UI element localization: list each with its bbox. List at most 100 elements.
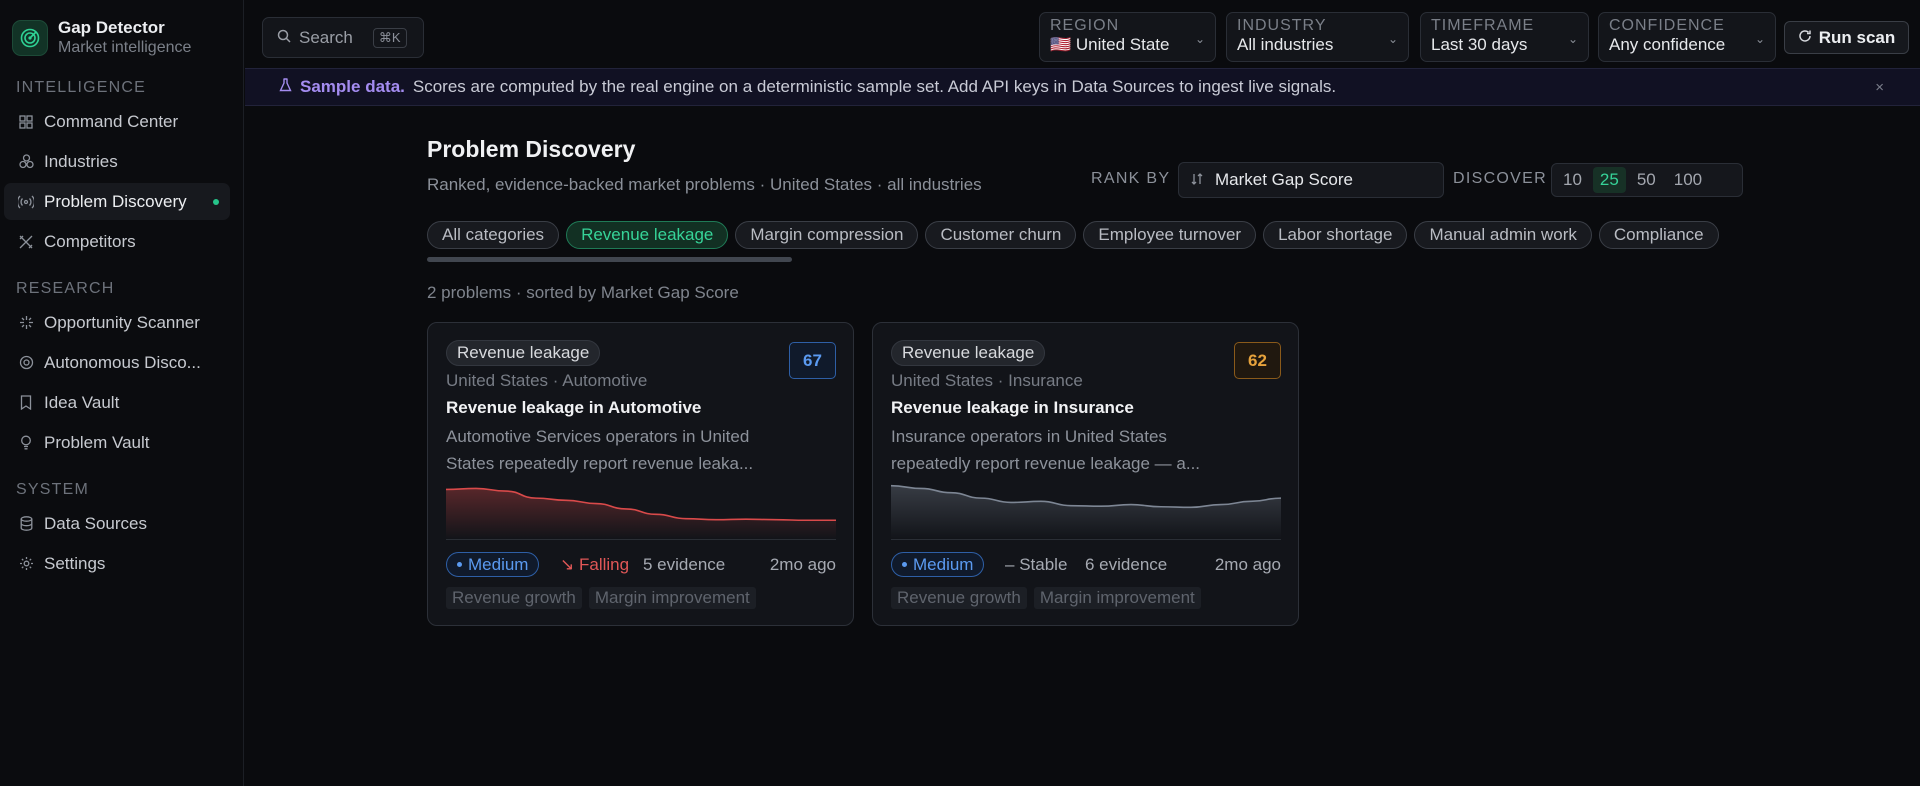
- card-age: 2mo ago: [769, 555, 836, 574]
- chip-manual-admin-work[interactable]: Manual admin work: [1414, 221, 1592, 249]
- trend-sparkline: [891, 484, 1281, 539]
- sidebar-item-settings[interactable]: Settings: [4, 545, 230, 582]
- chip-compliance[interactable]: Compliance: [1598, 221, 1719, 249]
- severity-badge: Medium: [446, 552, 540, 577]
- radar-logo-icon: [12, 19, 48, 56]
- sidebar-item-label: Command Center: [44, 111, 179, 131]
- sidebar-item-competitors[interactable]: Competitors: [4, 223, 230, 260]
- active-dot: [212, 198, 219, 205]
- confidence-select[interactable]: CONFIDENCE Any confidence ⌄: [1598, 12, 1776, 62]
- sparkline-area: [446, 488, 836, 539]
- result-count: 2 problems · sorted by Market Gap Score: [427, 283, 739, 302]
- confidence-label: CONFIDENCE: [1609, 17, 1725, 34]
- app-name: Gap Detector: [58, 18, 165, 37]
- timeframe-value: Last 30 days: [1431, 35, 1528, 54]
- sidebar-item-label: Problem Discovery: [44, 191, 187, 211]
- run-scan-button[interactable]: Run scan: [1784, 21, 1909, 54]
- sidebar-item-idea-vault[interactable]: Idea Vault: [4, 384, 230, 421]
- rank-by-select[interactable]: Market Gap Score: [1178, 162, 1444, 198]
- refresh-icon: [1798, 28, 1812, 48]
- rank-by-value: Market Gap Score: [1215, 170, 1353, 189]
- search-button[interactable]: Search ⌘K: [262, 17, 424, 58]
- grid-icon: [18, 114, 34, 130]
- sidebar-item-data-sources[interactable]: Data Sources: [4, 505, 230, 542]
- region-select[interactable]: REGION 🇺🇸 United State ⌄: [1039, 12, 1216, 62]
- gap-score: 67: [789, 342, 836, 379]
- card-location: United States · Insurance: [891, 371, 1083, 390]
- sort-icon: [1191, 170, 1203, 190]
- discover-option-10[interactable]: 10: [1556, 167, 1589, 193]
- severity-dot: [457, 562, 462, 567]
- outcome-tag: Margin improvement: [1033, 587, 1201, 609]
- discover-option-100[interactable]: 100: [1667, 167, 1709, 193]
- chip-revenue-leakage[interactable]: Revenue leakage: [566, 221, 729, 249]
- close-icon[interactable]: ×: [1875, 79, 1884, 96]
- brand[interactable]: Gap Detector Market intelligence: [12, 18, 191, 57]
- trend-label: – Stable: [1005, 555, 1067, 575]
- evidence-count: 6 evidence: [1085, 555, 1168, 574]
- card-age: 2mo ago: [1214, 555, 1281, 574]
- trend-down-icon: ↘: [560, 555, 575, 574]
- problem-card[interactable]: Revenue leakage 67 United States · Autom…: [427, 322, 854, 626]
- chevron-down-icon: ⌄: [1754, 32, 1765, 46]
- search-label: Search: [299, 27, 353, 47]
- gear-icon: [18, 556, 34, 572]
- sidebar-item-problem-discovery[interactable]: Problem Discovery: [4, 183, 230, 220]
- sparkline-area: [891, 485, 1281, 539]
- problem-card[interactable]: Revenue leakage 62 United States · Insur…: [872, 322, 1299, 626]
- database-icon: [18, 516, 34, 532]
- severity-badge: Medium: [891, 552, 985, 577]
- evidence-count: 5 evidence: [643, 555, 726, 574]
- outcome-tag: Revenue growth: [891, 587, 1027, 609]
- severity-label: Medium: [468, 554, 529, 574]
- chip-all-categories[interactable]: All categories: [427, 221, 560, 249]
- chips-scrollbar[interactable]: [427, 257, 792, 262]
- section-intelligence: INTELLIGENCE: [16, 79, 146, 96]
- region-value: United State: [1075, 35, 1170, 54]
- run-scan-label: Run scan: [1818, 27, 1896, 47]
- sidebar-item-problem-vault[interactable]: Problem Vault: [4, 424, 230, 461]
- chip-customer-churn[interactable]: Customer churn: [925, 221, 1077, 249]
- gap-score: 62: [1234, 342, 1281, 379]
- sidebar-item-autonomous-discovery[interactable]: Autonomous Disco...: [4, 344, 230, 381]
- page-subtitle: Ranked, evidence-backed market problems …: [427, 175, 982, 194]
- sidebar-item-label: Settings: [44, 553, 106, 573]
- cubes-icon: [18, 154, 34, 170]
- chevron-down-icon: ⌄: [1194, 32, 1205, 46]
- outcome-tag: Revenue growth: [446, 587, 582, 609]
- card-divider: [446, 539, 836, 540]
- industry-value: All industries: [1237, 35, 1334, 54]
- chevron-down-icon: ⌄: [1387, 32, 1398, 46]
- trend-text: Falling: [578, 555, 630, 574]
- sidebar-item-command-center[interactable]: Command Center: [4, 103, 230, 140]
- card-description: Automotive Services operators in United …: [446, 427, 754, 473]
- severity-label: Medium: [913, 554, 974, 574]
- bookmark-icon: [18, 395, 34, 411]
- section-system: SYSTEM: [16, 481, 89, 498]
- discover-option-50[interactable]: 50: [1630, 167, 1663, 193]
- confidence-value: Any confidence: [1609, 35, 1726, 54]
- sidebar-item-label: Competitors: [44, 231, 136, 251]
- sample-data-banner: Sample data. Scores are computed by the …: [245, 68, 1920, 106]
- swords-icon: [18, 234, 34, 250]
- sidebar: Gap Detector Market intelligence INTELLI…: [0, 0, 244, 786]
- discover-option-25[interactable]: 25: [1592, 167, 1626, 193]
- chip-employee-turnover[interactable]: Employee turnover: [1083, 221, 1257, 249]
- trend-flat-icon: –: [1005, 555, 1015, 574]
- chip-margin-compression[interactable]: Margin compression: [735, 221, 919, 249]
- chip-labor-shortage[interactable]: Labor shortage: [1263, 221, 1408, 249]
- timeframe-select[interactable]: TIMEFRAME Last 30 days ⌄: [1420, 12, 1589, 62]
- search-icon: [277, 28, 291, 48]
- lightbulb-icon: [18, 435, 34, 451]
- industry-select[interactable]: INDUSTRY All industries ⌄: [1226, 12, 1409, 62]
- sidebar-item-label: Data Sources: [44, 513, 147, 533]
- discover-count-toggle: 10 25 50 100: [1551, 163, 1743, 197]
- industry-label: INDUSTRY: [1237, 17, 1327, 34]
- sidebar-item-opportunity-scanner[interactable]: Opportunity Scanner: [4, 304, 230, 341]
- card-description: Insurance operators in United States rep…: [891, 427, 1201, 473]
- card-divider: [891, 539, 1281, 540]
- sidebar-item-label: Opportunity Scanner: [44, 312, 200, 332]
- flask-icon: [279, 77, 292, 97]
- sidebar-item-label: Idea Vault: [44, 392, 120, 412]
- sidebar-item-industries[interactable]: Industries: [4, 143, 230, 180]
